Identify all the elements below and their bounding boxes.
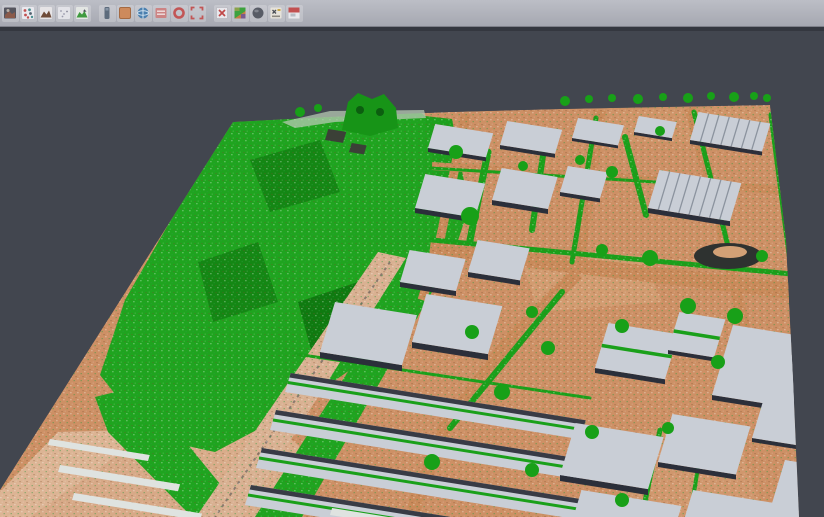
layer-stack-icon — [154, 6, 168, 20]
edge-tree — [659, 93, 667, 101]
tree-clump — [526, 306, 538, 318]
edge-tree — [560, 96, 570, 106]
toolbar-group — [1, 5, 91, 22]
tree-clump — [727, 308, 743, 324]
edge-tree — [608, 94, 616, 102]
tool-ortho-image-button[interactable] — [117, 5, 134, 22]
tree-clump — [449, 145, 463, 159]
tree-clump — [518, 161, 528, 171]
tree-clump — [615, 493, 629, 507]
terrain-model-icon — [39, 6, 53, 20]
tool-open-project-button[interactable] — [2, 5, 19, 22]
web-globe-icon — [136, 6, 150, 20]
tree-clump — [606, 166, 618, 178]
tool-profile-view-button[interactable] — [99, 5, 116, 22]
classification-palette-icon — [233, 6, 247, 20]
application-window — [0, 0, 824, 517]
tool-layer-stack-button[interactable] — [153, 5, 170, 22]
tool-selection-ring-button[interactable] — [171, 5, 188, 22]
edge-tree — [763, 94, 771, 102]
tree-clump — [756, 250, 768, 262]
toolbar-group — [98, 5, 206, 22]
tool-save-snapshot-button[interactable] — [286, 5, 303, 22]
tree-clump — [525, 463, 539, 477]
report-table-icon — [269, 6, 283, 20]
edge-tree — [585, 95, 593, 103]
tree-clump — [461, 207, 479, 225]
selection-ring-icon — [172, 6, 186, 20]
tool-sparse-points-button[interactable] — [56, 5, 73, 22]
tool-report-table-button[interactable] — [268, 5, 285, 22]
main-toolbar — [0, 0, 824, 27]
tree-clump — [655, 126, 665, 136]
tree-clump — [680, 298, 696, 314]
tool-sphere-view-button[interactable] — [250, 5, 267, 22]
profile-view-icon — [100, 6, 114, 20]
tree-clump — [424, 454, 440, 470]
tool-clear-selection-button[interactable] — [214, 5, 231, 22]
save-snapshot-icon — [287, 6, 301, 20]
point-cloud-icon — [21, 6, 35, 20]
sparse-points-icon — [57, 6, 71, 20]
tree-clump — [585, 425, 599, 439]
tree-clump — [662, 422, 674, 434]
edge-tree — [707, 92, 715, 100]
vegetation-model-icon — [75, 6, 89, 20]
tree-clump — [596, 244, 608, 256]
tree-clump — [465, 325, 479, 339]
edge-tree — [729, 92, 739, 102]
ortho-image-icon — [118, 6, 132, 20]
toolbar-group — [213, 5, 303, 22]
edge-tree — [633, 94, 643, 104]
tree-clump — [711, 355, 725, 369]
tree-clump — [575, 155, 585, 165]
edge-tree — [295, 107, 305, 117]
zoom-extents-icon — [190, 6, 204, 20]
tool-classification-palette-button[interactable] — [232, 5, 249, 22]
open-project-icon — [3, 6, 17, 20]
edge-tree — [314, 104, 322, 112]
tool-web-globe-button[interactable] — [135, 5, 152, 22]
tree-clump — [642, 250, 658, 266]
tool-terrain-model-button[interactable] — [38, 5, 55, 22]
edge-tree — [683, 93, 693, 103]
tree-clump — [494, 384, 510, 400]
clear-selection-icon — [215, 6, 229, 20]
viewport-3d[interactable] — [0, 0, 824, 517]
edge-tree — [750, 92, 758, 100]
tool-zoom-extents-button[interactable] — [189, 5, 206, 22]
tool-point-cloud-button[interactable] — [20, 5, 37, 22]
sphere-view-icon — [251, 6, 265, 20]
tree-clump — [615, 319, 629, 333]
tree-clump — [541, 341, 555, 355]
tool-vegetation-model-button[interactable] — [74, 5, 91, 22]
